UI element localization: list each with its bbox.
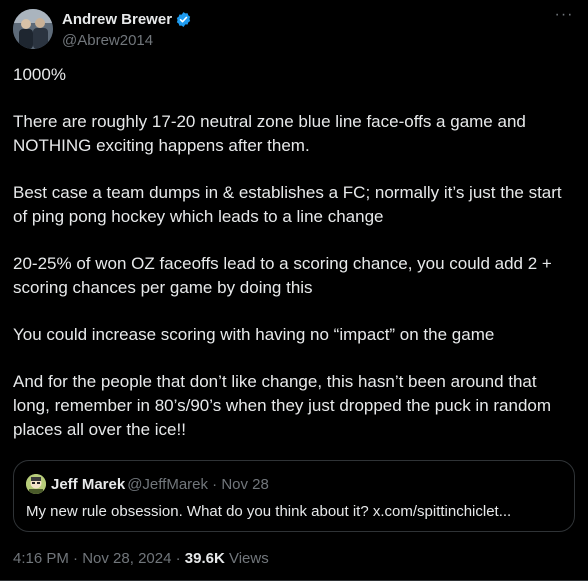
tweet-paragraph: 20-25% of won OZ faceoffs lead to a scor… xyxy=(13,254,552,297)
more-options-icon[interactable]: ··· xyxy=(553,7,575,28)
views-label: Views xyxy=(224,550,269,567)
tweet-body: 1000% There are roughly 17-20 neutral zo… xyxy=(13,63,575,465)
views-count: 39.6K xyxy=(184,550,225,567)
tweet-paragraph: You could increase scoring with having n… xyxy=(13,325,495,344)
quoted-author-avatar xyxy=(26,474,46,494)
quoted-tweet-text: My new rule obsession. What do you think… xyxy=(26,503,512,520)
author-display-name[interactable]: Andrew Brewer xyxy=(62,10,172,29)
tweet-paragraph: 1000% xyxy=(13,65,66,84)
quoted-author-handle-date: @JeffMarek · Nov 28 xyxy=(127,475,269,493)
tweet-date[interactable]: Nov 28, 2024 xyxy=(82,550,171,567)
meta-separator: · xyxy=(171,550,185,567)
meta-separator: · xyxy=(68,550,83,567)
tweet-meta: 4:16 PM · Nov 28, 2024 · 39.6K Views xyxy=(13,550,269,567)
author-avatar[interactable] xyxy=(13,9,53,49)
quoted-tweet-header: Jeff Marek @JeffMarek · Nov 28 xyxy=(26,474,269,496)
verified-badge-icon xyxy=(175,11,192,28)
tweet-paragraph: Best case a team dumps in & establishes … xyxy=(13,183,562,226)
quoted-author-name: Jeff Marek xyxy=(51,475,126,493)
tweet-paragraph: There are roughly 17-20 neutral zone blu… xyxy=(13,112,526,155)
author-handle[interactable]: @Abrew2014 xyxy=(62,31,192,50)
tweet[interactable]: Andrew Brewer @Abrew2014 ··· 1000% There… xyxy=(0,0,588,581)
quoted-tweet[interactable]: Jeff Marek @JeffMarek · Nov 28 My new rul… xyxy=(13,460,575,532)
tweet-time[interactable]: 4:16 PM xyxy=(13,550,69,567)
tweet-header: Andrew Brewer @Abrew2014 ··· xyxy=(13,7,575,50)
author-names: Andrew Brewer @Abrew2014 xyxy=(62,10,192,50)
tweet-paragraph: And for the people that don’t like chang… xyxy=(13,372,552,439)
